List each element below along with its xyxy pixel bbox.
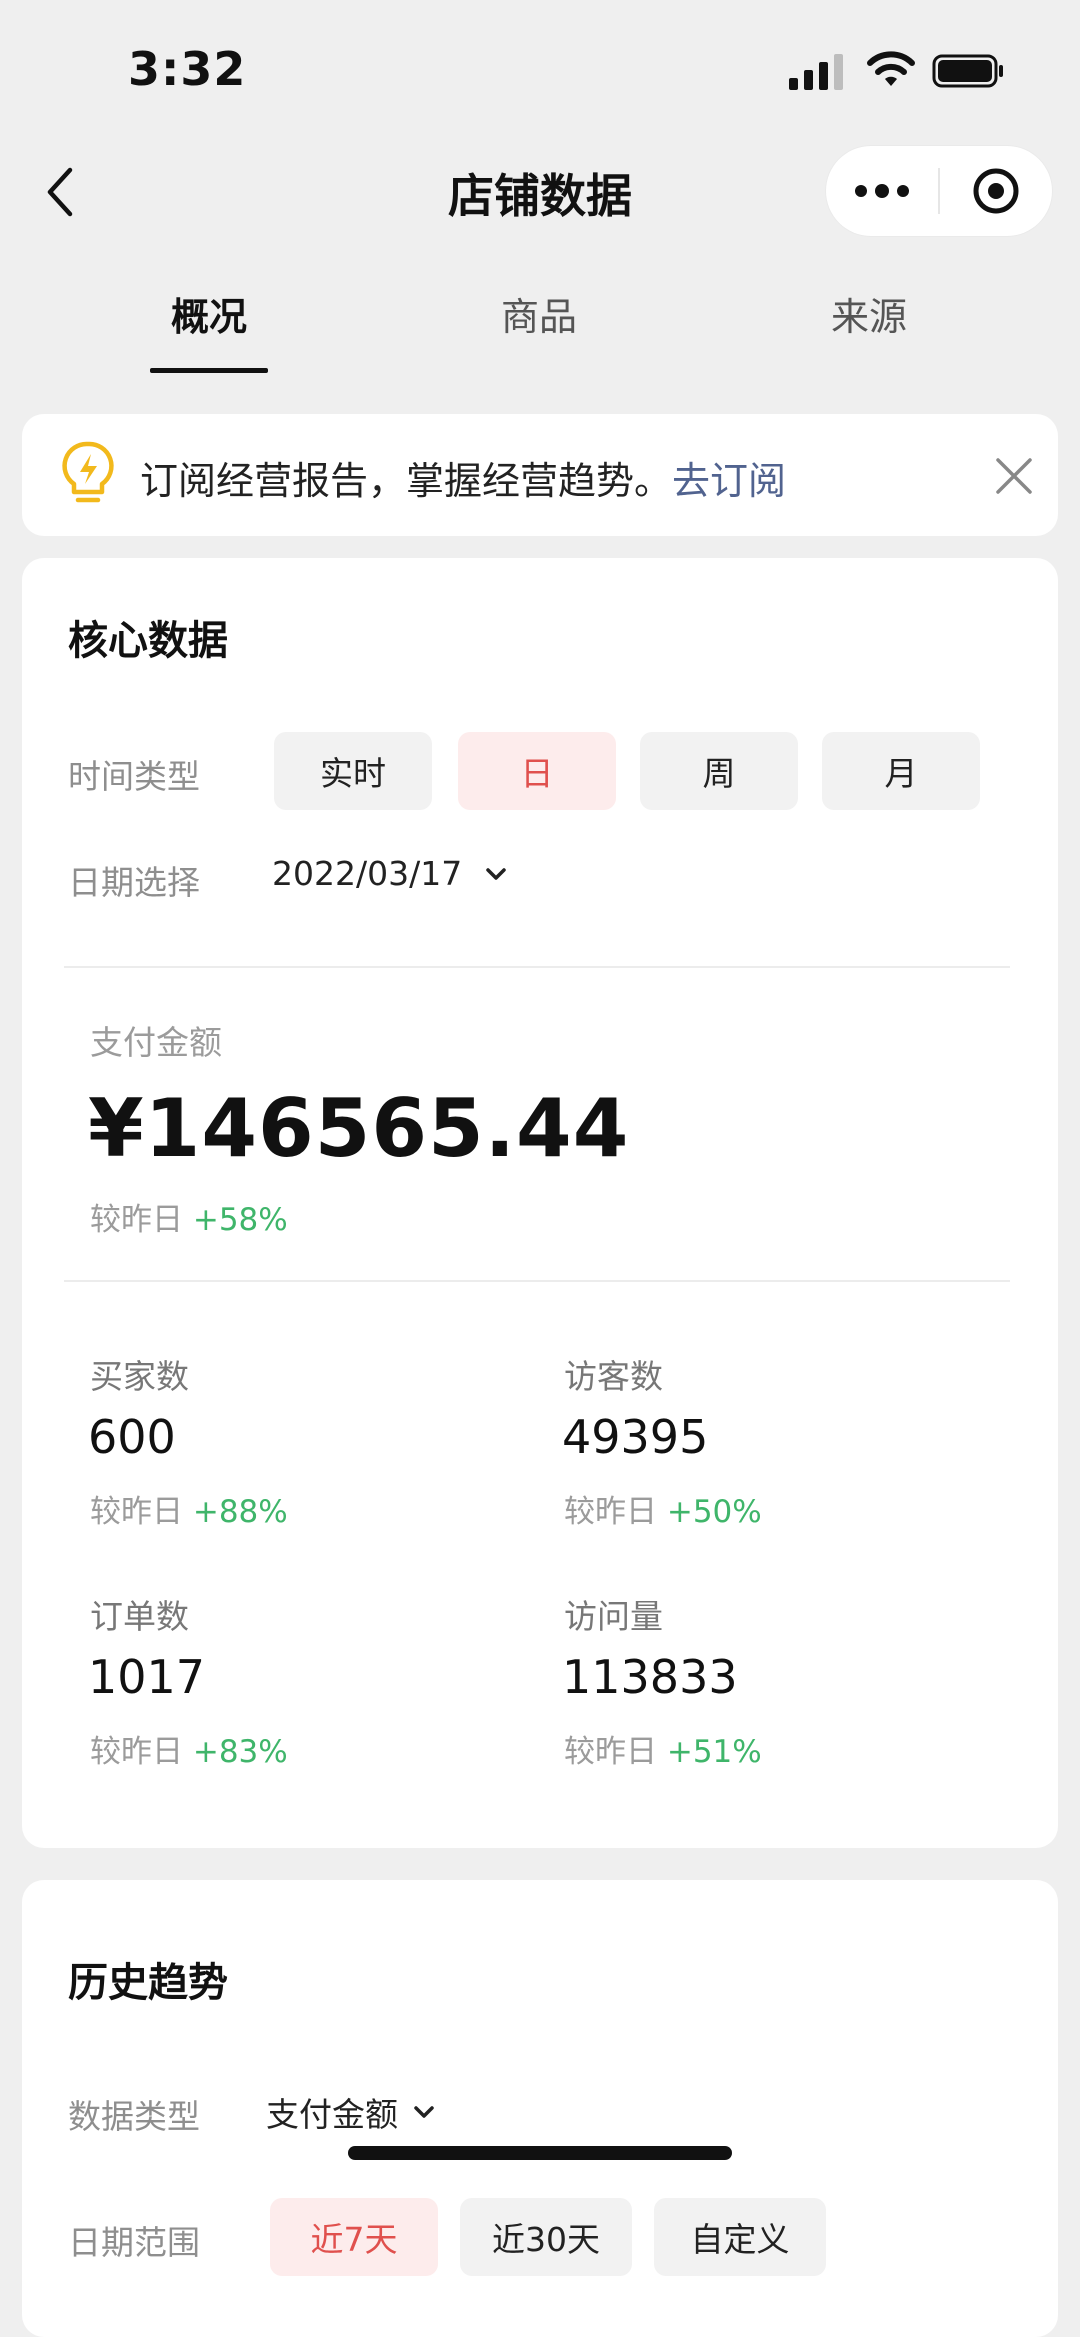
compare-value: +50%	[666, 1494, 762, 1530]
time-type-realtime-button[interactable]: 实时	[274, 732, 432, 810]
status-time: 3:32	[128, 42, 247, 96]
metric-label: 访问量	[564, 1597, 663, 1636]
metric-label: 访客数	[564, 1357, 663, 1396]
payment-amount-value: ¥146565.44	[88, 1082, 630, 1175]
data-type-value: 支付金额	[266, 2095, 398, 2134]
close-miniprogram-button[interactable]	[940, 146, 1052, 236]
range-30days-button[interactable]: 近30天	[460, 2198, 632, 2276]
date-picker[interactable]: 2022/03/17	[272, 854, 508, 893]
tab-overview[interactable]: 概况	[109, 286, 309, 341]
compare-value: +88%	[192, 1494, 288, 1530]
battery-icon	[932, 54, 1003, 88]
core-data-title: 核心数据	[68, 618, 228, 664]
metric-label: 买家数	[90, 1357, 189, 1396]
wifi-icon	[867, 51, 915, 86]
metric-label: 订单数	[90, 1597, 189, 1636]
chevron-down-icon	[486, 867, 506, 880]
cellular-signal-icon	[789, 52, 845, 90]
time-type-day-button[interactable]: 日	[458, 732, 616, 810]
metric-value: 49395	[562, 1410, 709, 1464]
metric-value: 600	[88, 1410, 176, 1464]
banner-text: 订阅经营报告，掌握经营趋势。去订阅	[140, 450, 786, 505]
dot-icon	[855, 185, 867, 197]
active-tab-indicator	[150, 368, 268, 373]
lightbulb-icon	[62, 441, 114, 503]
dot-icon	[875, 184, 889, 198]
target-circle-icon	[973, 168, 1019, 214]
data-type-dropdown[interactable]: 支付金额	[266, 2088, 436, 2136]
compare-label: 较昨日	[564, 1494, 657, 1530]
tab-products[interactable]: 商品	[439, 286, 639, 341]
chevron-down-icon	[414, 2106, 434, 2118]
compare-value: +83%	[192, 1734, 288, 1770]
banner-message: 订阅经营报告，掌握经营趋势。	[140, 459, 673, 503]
divider	[64, 1280, 1010, 1282]
date-range-label: 日期范围	[68, 2223, 200, 2262]
metric-compare: 较昨日 +83%	[90, 1726, 288, 1771]
tab-sources[interactable]: 来源	[769, 286, 969, 341]
date-value: 2022/03/17	[272, 854, 463, 893]
compare-value: +51%	[666, 1734, 762, 1770]
compare-label: 较昨日	[90, 1734, 183, 1770]
compare-label: 较昨日	[564, 1734, 657, 1770]
history-title: 历史趋势	[68, 1960, 228, 2006]
metric-value: 1017	[88, 1650, 206, 1704]
subscription-banner: 订阅经营报告，掌握经营趋势。去订阅	[22, 414, 1058, 536]
home-indicator[interactable]	[348, 2146, 732, 2160]
date-select-label: 日期选择	[68, 863, 200, 902]
history-trend-card: 历史趋势 数据类型 支付金额 日期范围 近7天 近30天 自定义	[22, 1880, 1058, 2337]
compare-label: 较昨日	[90, 1202, 183, 1238]
compare-value: +58%	[192, 1202, 288, 1238]
metric-compare: 较昨日 +51%	[564, 1726, 762, 1771]
subscribe-link[interactable]: 去订阅	[672, 459, 786, 503]
payment-amount-label: 支付金额	[90, 1023, 222, 1062]
time-type-week-button[interactable]: 周	[640, 732, 798, 810]
core-data-card: 核心数据 时间类型 实时 日 周 月 日期选择 2022/03/17 支付金额 …	[22, 558, 1058, 1848]
range-7days-button[interactable]: 近7天	[270, 2198, 438, 2276]
data-type-label: 数据类型	[68, 2097, 200, 2136]
metric-compare: 较昨日 +50%	[564, 1486, 762, 1531]
close-icon[interactable]	[994, 456, 1034, 496]
payment-compare: 较昨日 +58%	[90, 1194, 288, 1239]
more-menu-button[interactable]	[826, 146, 938, 236]
time-type-month-button[interactable]: 月	[822, 732, 980, 810]
divider	[64, 966, 1010, 968]
range-custom-button[interactable]: 自定义	[654, 2198, 826, 2276]
miniprogram-capsule	[826, 146, 1052, 236]
metric-value: 113833	[562, 1650, 738, 1704]
dot-icon	[897, 185, 909, 197]
time-type-label: 时间类型	[68, 757, 200, 796]
metric-compare: 较昨日 +88%	[90, 1486, 288, 1531]
compare-label: 较昨日	[90, 1494, 183, 1530]
